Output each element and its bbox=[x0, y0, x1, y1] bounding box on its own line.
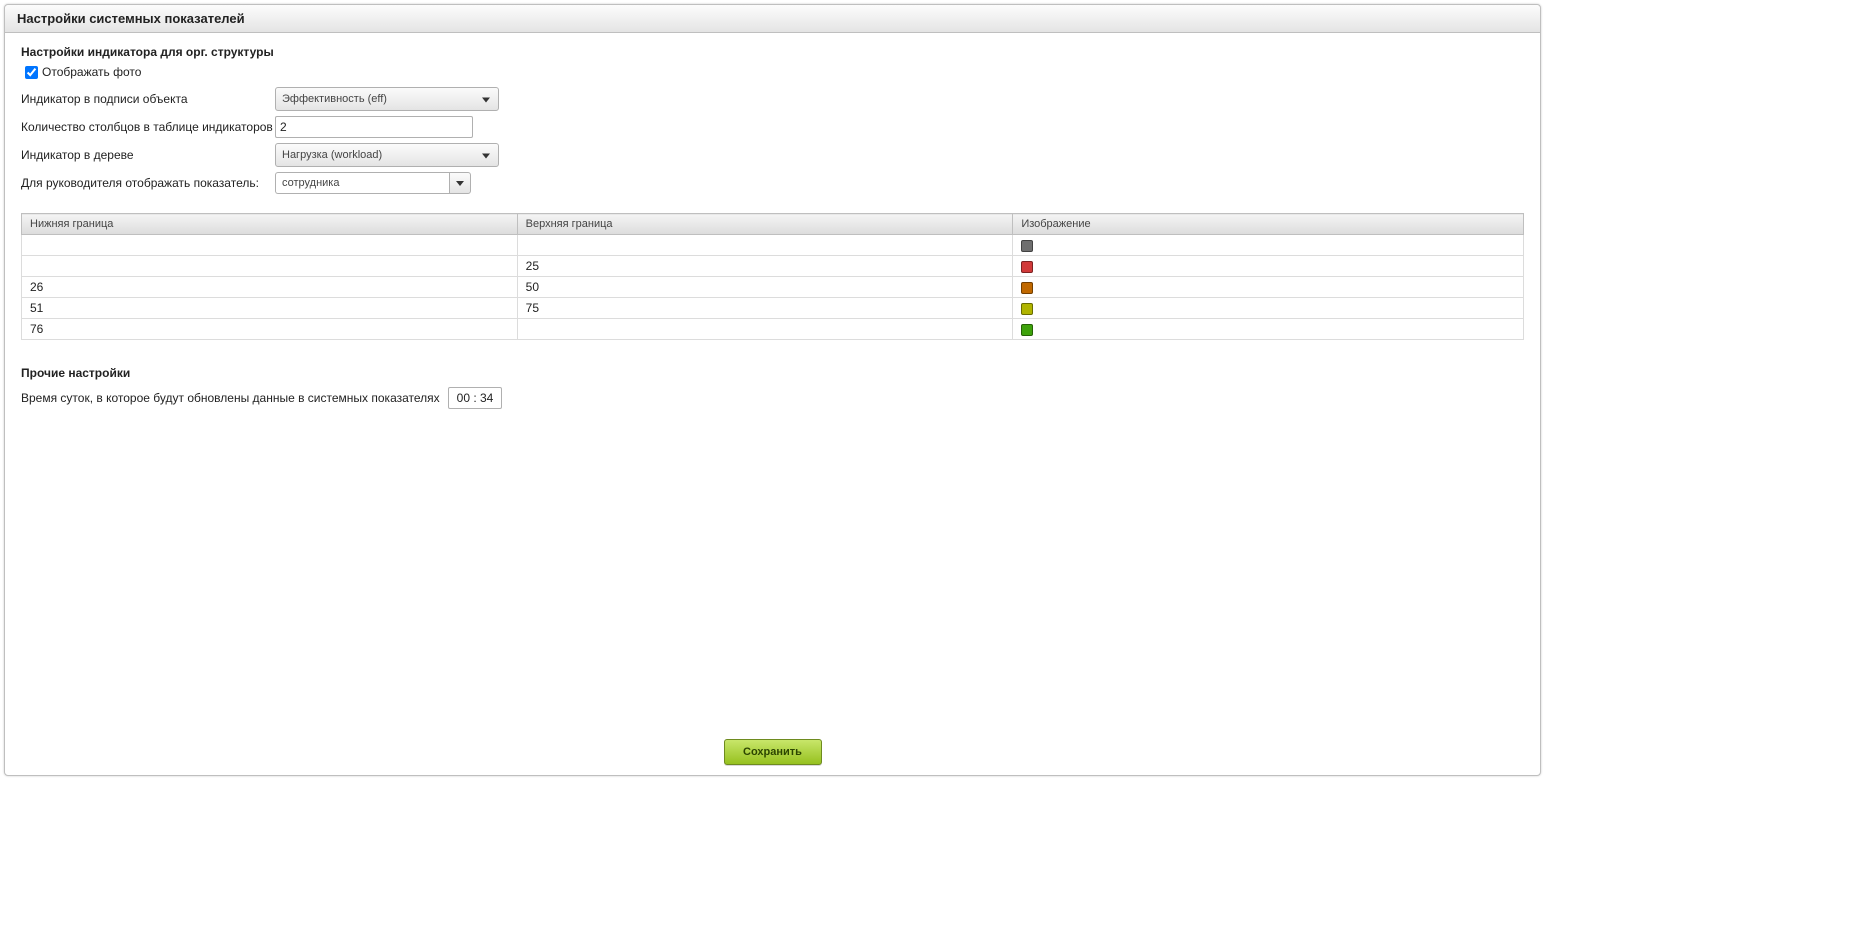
swatch-cell[interactable] bbox=[1013, 256, 1524, 277]
swatch-cell[interactable] bbox=[1013, 298, 1524, 319]
leader-metric-label: Для руководителя отображать показатель: bbox=[21, 176, 275, 190]
window-title: Настройки системных показателей bbox=[5, 5, 1540, 33]
section-org-title: Настройки индикатора для орг. структуры bbox=[21, 45, 1524, 59]
other-settings-section: Прочие настройки Время суток, в которое … bbox=[21, 366, 1524, 410]
indicator-caption-label: Индикатор в подписи объекта bbox=[21, 92, 275, 106]
thresholds-table: Нижняя граница Верхняя граница Изображен… bbox=[21, 213, 1524, 340]
swatch-cell[interactable] bbox=[1013, 235, 1524, 256]
settings-window: Настройки системных показателей Настройк… bbox=[4, 4, 1541, 776]
upper-cell[interactable] bbox=[517, 319, 1013, 340]
settings-body: Настройки индикатора для орг. структуры … bbox=[5, 33, 1540, 731]
show-photo-label: Отображать фото bbox=[42, 65, 141, 79]
color-swatch-icon[interactable] bbox=[1021, 303, 1033, 315]
upper-cell[interactable]: 50 bbox=[517, 277, 1013, 298]
lower-cell[interactable]: 51 bbox=[22, 298, 518, 319]
col-upper-header[interactable]: Верхняя граница bbox=[517, 214, 1013, 235]
swatch-cell[interactable] bbox=[1013, 277, 1524, 298]
color-swatch-icon[interactable] bbox=[1021, 261, 1033, 273]
color-swatch-icon[interactable] bbox=[1021, 324, 1033, 336]
col-image-header[interactable]: Изображение bbox=[1013, 214, 1524, 235]
table-row[interactable]: 25 bbox=[22, 256, 1524, 277]
lower-cell[interactable]: 26 bbox=[22, 277, 518, 298]
indicator-tree-value: Нагрузка (workload) bbox=[282, 149, 382, 161]
lower-cell[interactable]: 76 bbox=[22, 319, 518, 340]
indicator-tree-row: Индикатор в дереве Нагрузка (workload) bbox=[21, 143, 1524, 167]
swatch-cell[interactable] bbox=[1013, 319, 1524, 340]
footer: Сохранить bbox=[5, 731, 1540, 775]
upper-cell[interactable]: 25 bbox=[517, 256, 1013, 277]
upper-cell[interactable]: 75 bbox=[517, 298, 1013, 319]
columns-count-input[interactable]: 2 bbox=[275, 116, 473, 138]
time-label: Время суток, в которое будут обновлены д… bbox=[21, 391, 440, 405]
show-photo-row: Отображать фото bbox=[21, 65, 1524, 79]
table-row[interactable]: 76 bbox=[22, 319, 1524, 340]
indicator-caption-select[interactable]: Эффективность (eff) bbox=[275, 87, 499, 111]
lower-cell[interactable] bbox=[22, 235, 518, 256]
columns-count-row: Количество столбцов в таблице индикаторо… bbox=[21, 115, 1524, 139]
color-swatch-icon[interactable] bbox=[1021, 282, 1033, 294]
lower-cell[interactable] bbox=[22, 256, 518, 277]
table-row[interactable] bbox=[22, 235, 1524, 256]
leader-metric-value[interactable]: сотрудника bbox=[275, 172, 449, 194]
color-swatch-icon[interactable] bbox=[1021, 240, 1033, 252]
time-input[interactable]: 00 : 34 bbox=[448, 387, 503, 409]
show-photo-checkbox[interactable] bbox=[25, 66, 38, 79]
indicator-tree-select[interactable]: Нагрузка (workload) bbox=[275, 143, 499, 167]
other-settings-title: Прочие настройки bbox=[21, 366, 1524, 380]
table-row[interactable]: 2650 bbox=[22, 277, 1524, 298]
thresholds-header: Нижняя граница Верхняя граница Изображен… bbox=[22, 214, 1524, 235]
indicator-caption-row: Индикатор в подписи объекта Эффективност… bbox=[21, 87, 1524, 111]
indicator-tree-label: Индикатор в дереве bbox=[21, 148, 275, 162]
upper-cell[interactable] bbox=[517, 235, 1013, 256]
col-lower-header[interactable]: Нижняя граница bbox=[22, 214, 518, 235]
save-button[interactable]: Сохранить bbox=[724, 739, 822, 765]
time-row: Время суток, в которое будут обновлены д… bbox=[21, 386, 1524, 410]
columns-count-label: Количество столбцов в таблице индикаторо… bbox=[21, 120, 275, 134]
leader-metric-combo[interactable]: сотрудника bbox=[275, 172, 471, 194]
table-row[interactable]: 5175 bbox=[22, 298, 1524, 319]
thresholds-body: 252650517576 bbox=[22, 235, 1524, 340]
leader-metric-dropdown-button[interactable] bbox=[449, 172, 471, 194]
leader-metric-row: Для руководителя отображать показатель: … bbox=[21, 171, 1524, 195]
indicator-caption-value: Эффективность (eff) bbox=[282, 93, 387, 105]
